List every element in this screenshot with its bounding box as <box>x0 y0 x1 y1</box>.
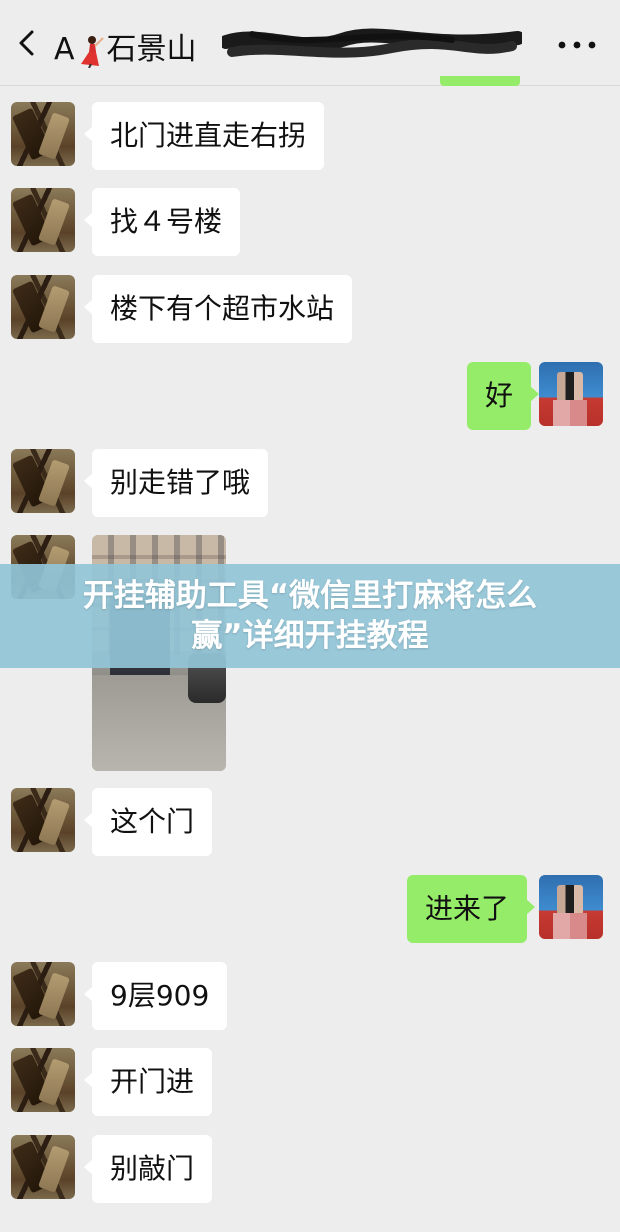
redaction-scribble <box>222 28 522 58</box>
contact-avatar[interactable] <box>11 1135 75 1199</box>
flamenco-dancer-icon <box>80 35 104 68</box>
message-bubble[interactable]: 进来了 <box>407 875 536 943</box>
overlay-line-2: 赢”详细开挂教程 <box>191 618 429 654</box>
previous-message-peek <box>440 76 520 86</box>
contact-avatar[interactable] <box>11 449 75 513</box>
message-bubble[interactable]: 别敲门 <box>83 1135 213 1203</box>
message-bubble[interactable]: 这个门 <box>83 788 213 856</box>
chat-title: A 石景山 <box>54 24 197 68</box>
more-dots-icon[interactable] <box>555 38 599 52</box>
my-avatar[interactable] <box>539 875 603 939</box>
message-bubble[interactable]: 好 <box>467 362 540 430</box>
message-bubble[interactable]: 楼下有个超市水站 <box>83 275 353 343</box>
contact-avatar[interactable] <box>11 962 75 1026</box>
chat-title-name: 石景山 <box>106 32 197 67</box>
chat-title-prefix: A <box>54 32 75 67</box>
my-avatar[interactable] <box>539 362 603 426</box>
chat-header: A 石景山 <box>0 0 620 86</box>
message-bubble[interactable]: 北门进直走右拐 <box>83 102 325 170</box>
message-bubble[interactable]: 找４号楼 <box>83 188 241 256</box>
contact-avatar[interactable] <box>11 102 75 166</box>
message-bubble[interactable]: 开门进 <box>83 1048 213 1116</box>
contact-avatar[interactable] <box>11 188 75 252</box>
chevron-left-icon[interactable] <box>10 26 44 60</box>
contact-avatar[interactable] <box>11 275 75 339</box>
overlay-banner: 开挂辅助工具“微信里打麻将怎么 赢”详细开挂教程 <box>0 564 620 668</box>
message-bubble[interactable]: 别走错了哦 <box>83 449 269 517</box>
contact-avatar[interactable] <box>11 788 75 852</box>
contact-avatar[interactable] <box>11 1048 75 1112</box>
overlay-line-1: 开挂辅助工具“微信里打麻将怎么 <box>82 578 538 614</box>
message-bubble[interactable]: 9层909 <box>83 962 228 1030</box>
overlay-banner-text: 开挂辅助工具“微信里打麻将怎么 赢”详细开挂教程 <box>30 576 590 656</box>
